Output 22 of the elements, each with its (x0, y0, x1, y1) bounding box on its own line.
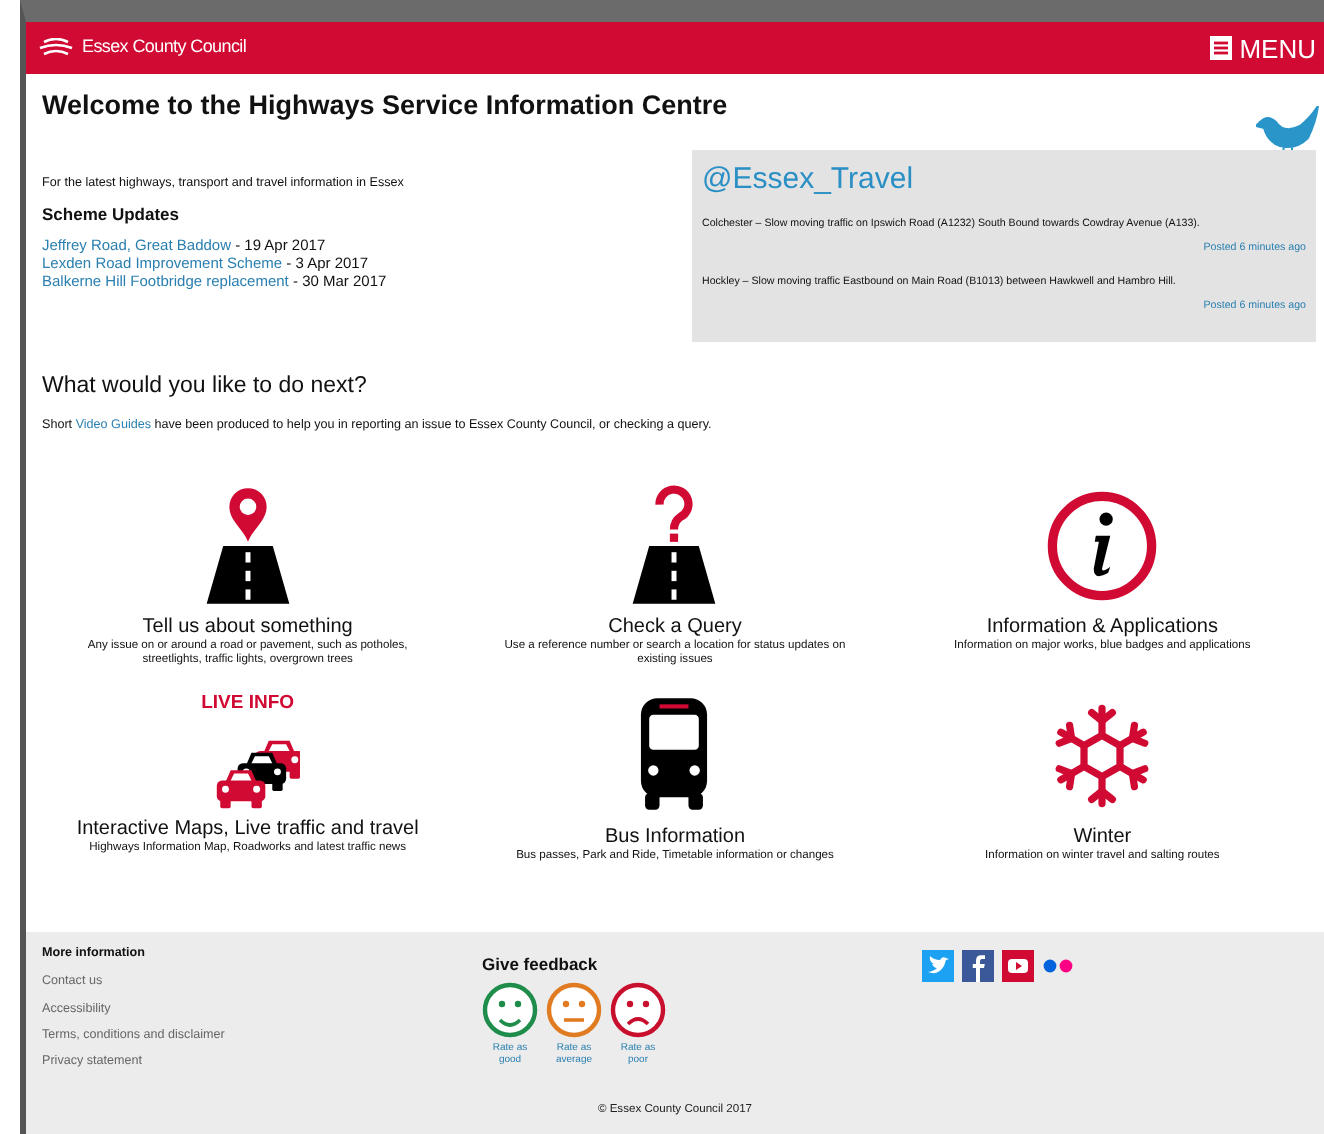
section-heading: Scheme Updates (42, 202, 181, 229)
live-info-label: LIVE INFO (201, 693, 295, 714)
menu-icon (1209, 36, 1232, 60)
tile-link[interactable]: Bus Information (604, 825, 746, 850)
twitter-icon[interactable] (922, 949, 954, 982)
brand-name[interactable]: Essex County Council (82, 34, 247, 62)
logo-icon (38, 38, 74, 58)
tile-link[interactable]: Interactive Maps, Live traffic and travel (76, 817, 419, 842)
video-play-icon[interactable] (1002, 949, 1034, 982)
feedback-heading: Give feedback (482, 951, 600, 977)
neutral-face-icon[interactable] (546, 982, 602, 1039)
sad-face-icon[interactable] (610, 982, 666, 1039)
section-heading: What would you like to do next? (42, 372, 369, 402)
menu-button[interactable]: MENU (1209, 35, 1316, 61)
facebook-icon[interactable] (962, 949, 994, 982)
tile-link[interactable]: Information & Applications (986, 615, 1218, 640)
happy-face-icon[interactable] (482, 982, 538, 1039)
tile-link[interactable]: Winter (1073, 825, 1132, 850)
tile-link[interactable]: Check a Query (608, 615, 742, 640)
twitter-handle[interactable]: @Essex_Travel (702, 162, 1306, 198)
page-title: Welcome to the Highways Service Information Centre (42, 88, 728, 124)
tile-link[interactable]: Tell us about something (142, 615, 353, 640)
